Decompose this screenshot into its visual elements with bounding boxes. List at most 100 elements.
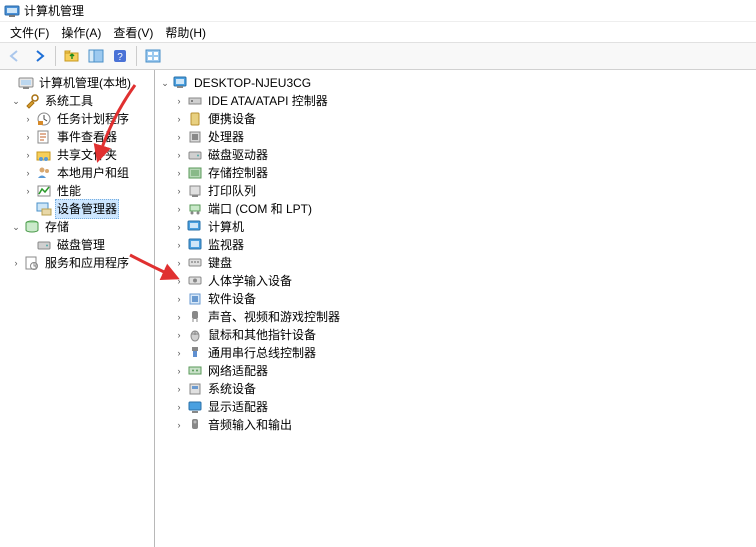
menubar: 文件(F) 操作(A) 查看(V) 帮助(H) [0,22,756,42]
expand-icon[interactable]: › [173,95,185,107]
right-tree-pane[interactable]: ⌄ DESKTOP-NJEU3CG › IDE ATA/ATAPI 控制器 › … [155,70,756,547]
expand-icon[interactable]: › [173,311,185,323]
expand-icon[interactable]: › [173,149,185,161]
tree-label: 计算机管理(本地) [37,74,133,92]
device-category[interactable]: › 打印队列 [157,182,754,200]
expand-icon[interactable]: › [173,329,185,341]
tree-shared-folders[interactable]: › 共享文件夹 [2,146,152,164]
help-button[interactable]: ? [109,45,131,67]
tree-label: 鼠标和其他指针设备 [206,326,318,344]
forward-button[interactable] [28,45,50,67]
device-category[interactable]: › 网络适配器 [157,362,754,380]
tree-label: 人体学输入设备 [206,272,294,290]
device-category[interactable]: › 软件设备 [157,290,754,308]
tree-performance[interactable]: › 性能 [2,182,152,200]
menu-action[interactable]: 操作(A) [55,22,107,43]
show-hide-tree-button[interactable] [85,45,107,67]
device-category-icon [187,381,203,397]
computer-icon [173,75,189,91]
tree-event-viewer[interactable]: › 事件查看器 [2,128,152,146]
device-category-icon [187,291,203,307]
expand-icon[interactable]: › [173,185,185,197]
tree-label: 性能 [55,182,83,200]
device-category-icon [187,273,203,289]
expand-icon[interactable]: › [173,221,185,233]
expand-icon[interactable]: › [22,167,34,179]
tree-label: 磁盘驱动器 [206,146,270,164]
device-category[interactable]: › 键盘 [157,254,754,272]
window-title: 计算机管理 [24,2,84,19]
storage-icon [24,219,40,235]
tree-label: 服务和应用程序 [43,254,131,272]
expand-icon[interactable]: › [173,401,185,413]
device-category[interactable]: › 显示适配器 [157,398,754,416]
tree-local-users-groups[interactable]: › 本地用户和组 [2,164,152,182]
expand-icon[interactable]: › [173,203,185,215]
tree-label: 打印队列 [206,182,258,200]
shared-folder-icon [36,147,52,163]
tree-disk-management[interactable]: 磁盘管理 [2,236,152,254]
device-category[interactable]: › 声音、视频和游戏控制器 [157,308,754,326]
computer-mgmt-icon [18,75,34,91]
expand-icon[interactable]: › [173,275,185,287]
expand-icon[interactable]: › [173,347,185,359]
device-category[interactable]: › 处理器 [157,128,754,146]
expand-icon[interactable]: › [22,185,34,197]
tree-device-manager[interactable]: 设备管理器 [2,200,152,218]
device-category-icon [187,327,203,343]
menu-view[interactable]: 查看(V) [107,22,159,43]
expand-icon[interactable]: › [173,257,185,269]
device-category-icon [187,309,203,325]
device-category-icon [187,183,203,199]
expand-icon[interactable]: › [10,257,22,269]
device-manager-icon [36,201,52,217]
tree-label: 便携设备 [206,110,258,128]
device-root[interactable]: ⌄ DESKTOP-NJEU3CG [157,74,754,92]
expand-icon[interactable]: › [173,419,185,431]
device-category-icon [187,147,203,163]
device-category[interactable]: › 音频输入和输出 [157,416,754,434]
expand-icon[interactable]: › [173,365,185,377]
device-category[interactable]: › IDE ATA/ATAPI 控制器 [157,92,754,110]
tree-storage[interactable]: ⌄ 存储 [2,218,152,236]
device-category[interactable]: › 系统设备 [157,380,754,398]
device-category[interactable]: › 磁盘驱动器 [157,146,754,164]
tree-label: 软件设备 [206,290,258,308]
device-category[interactable]: › 监视器 [157,236,754,254]
expand-icon[interactable]: › [22,131,34,143]
device-category-icon [187,93,203,109]
collapse-icon[interactable]: ⌄ [10,95,22,107]
device-category-icon [187,345,203,361]
device-category-icon [187,165,203,181]
tree-label: 本地用户和组 [55,164,131,182]
back-button[interactable] [4,45,26,67]
tree-services-apps[interactable]: › 服务和应用程序 [2,254,152,272]
device-category[interactable]: › 通用串行总线控制器 [157,344,754,362]
device-category[interactable]: › 人体学输入设备 [157,272,754,290]
tree-system-tools[interactable]: ⌄ 系统工具 [2,92,152,110]
expand-icon[interactable]: › [173,167,185,179]
device-category[interactable]: › 存储控制器 [157,164,754,182]
expand-icon[interactable]: › [22,149,34,161]
left-tree-pane[interactable]: 计算机管理(本地) ⌄ 系统工具 [0,70,155,547]
expand-icon[interactable]: › [173,383,185,395]
view-mode-button[interactable] [142,45,164,67]
collapse-icon[interactable]: ⌄ [10,221,22,233]
expand-icon[interactable]: › [173,239,185,251]
device-category[interactable]: › 鼠标和其他指针设备 [157,326,754,344]
expand-icon[interactable]: › [22,113,34,125]
device-category-icon [187,363,203,379]
expand-icon[interactable]: › [173,113,185,125]
tree-root[interactable]: 计算机管理(本地) [2,74,152,92]
menu-file[interactable]: 文件(F) [4,22,55,43]
device-category[interactable]: › 端口 (COM 和 LPT) [157,200,754,218]
device-category[interactable]: › 计算机 [157,218,754,236]
tree-task-scheduler[interactable]: › 任务计划程序 [2,110,152,128]
tree-label: 音频输入和输出 [206,416,294,434]
expand-icon[interactable]: › [173,131,185,143]
device-category[interactable]: › 便携设备 [157,110,754,128]
collapse-icon[interactable]: ⌄ [159,77,171,89]
up-folder-button[interactable] [61,45,83,67]
menu-help[interactable]: 帮助(H) [159,22,212,43]
expand-icon[interactable]: › [173,293,185,305]
